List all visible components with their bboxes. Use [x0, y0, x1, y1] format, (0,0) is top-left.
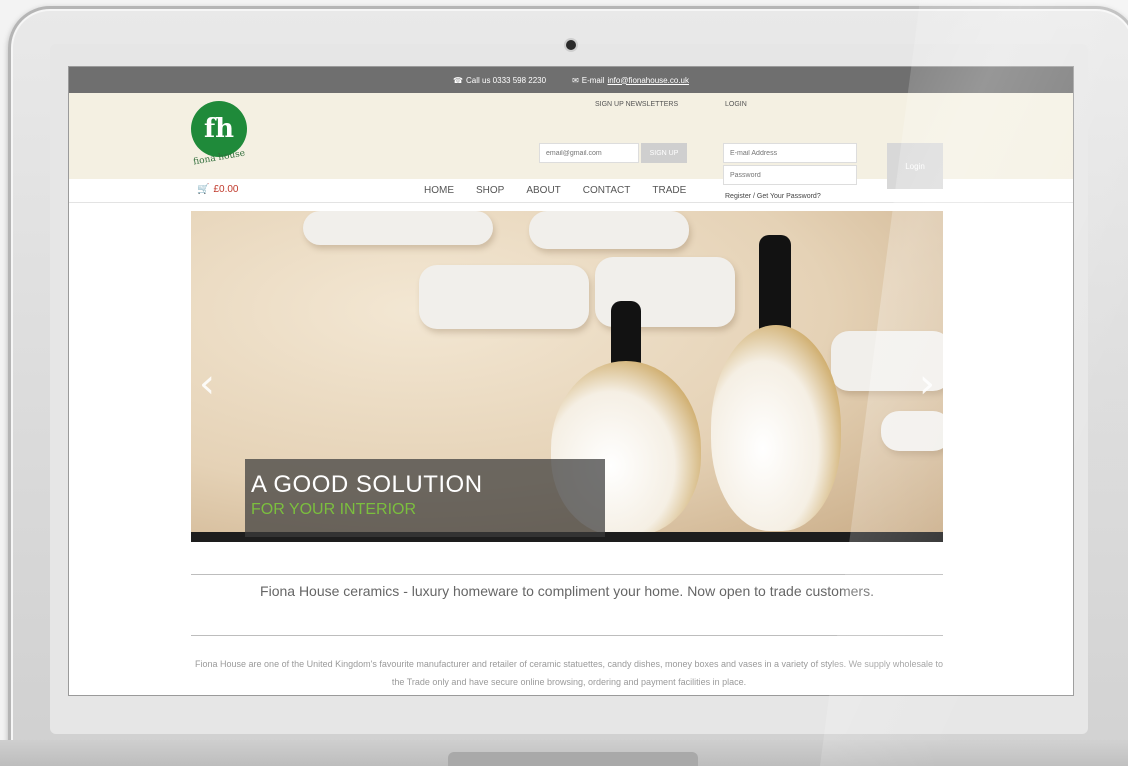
- phone-text: Call us 0333 598 2230: [466, 75, 547, 85]
- decor-stone: [303, 211, 493, 245]
- logo-mark: fh: [203, 114, 235, 144]
- topbar: ☎ Call us 0333 598 2230 ✉ E-mail info@fi…: [69, 67, 1073, 93]
- decor-stone: [881, 411, 943, 451]
- hero-subtitle: FOR YOUR INTERIOR: [251, 501, 417, 518]
- tagline: Fiona House ceramics - luxury homeware t…: [260, 583, 874, 599]
- login-email-input[interactable]: [723, 143, 857, 163]
- navbar: 🛒 £0.00 HOME SHOP ABOUT CONTACT TRADE: [69, 179, 1073, 203]
- nav-trade[interactable]: TRADE: [652, 185, 686, 196]
- vase-image: [711, 235, 841, 535]
- main-nav: HOME SHOP ABOUT CONTACT TRADE: [424, 185, 686, 196]
- nav-about[interactable]: ABOUT: [526, 185, 560, 196]
- newsletter-label: SIGN UP NEWSLETTERS: [595, 101, 679, 108]
- next-slide-icon[interactable]: ›: [919, 361, 935, 407]
- divider: [191, 574, 943, 575]
- nav-home[interactable]: HOME: [424, 185, 454, 196]
- cart[interactable]: 🛒 £0.00: [197, 184, 238, 195]
- phone-icon: ☎: [453, 75, 463, 85]
- newsletter-email-input[interactable]: [539, 143, 639, 163]
- email-info: ✉ E-mail info@fionahouse.co.uk: [572, 76, 689, 85]
- nav-shop[interactable]: SHOP: [476, 185, 504, 196]
- laptop-notch: [448, 752, 698, 766]
- signup-button[interactable]: SIGN UP: [641, 143, 687, 163]
- prev-slide-icon[interactable]: ‹: [199, 361, 215, 407]
- camera: [566, 40, 576, 50]
- website-screen: ☎ Call us 0333 598 2230 ✉ E-mail info@fi…: [68, 66, 1074, 696]
- mail-icon: ✉: [572, 75, 579, 85]
- login-label: LOGIN: [725, 101, 747, 108]
- email-prefix: E-mail: [581, 75, 605, 85]
- hero-caption: A GOOD SOLUTION FOR YOUR INTERIOR: [245, 459, 605, 537]
- decor-stone: [529, 211, 689, 249]
- hero-title: A GOOD SOLUTION: [251, 471, 483, 498]
- site-header: fh fiona house SIGN UP NEWSLETTERS SIGN …: [69, 93, 1073, 200]
- intro-paragraph: Fiona House are one of the United Kingdo…: [195, 659, 943, 687]
- email-link[interactable]: info@fionahouse.co.uk: [607, 76, 689, 85]
- phone-info: ☎ Call us 0333 598 2230: [453, 76, 546, 85]
- cart-total: £0.00: [213, 184, 239, 195]
- divider: [191, 635, 943, 636]
- nav-contact[interactable]: CONTACT: [583, 185, 631, 196]
- cart-icon: 🛒: [197, 184, 210, 195]
- hero-slider: ‹ › A GOOD SOLUTION FOR YOUR INTERIOR: [191, 211, 943, 542]
